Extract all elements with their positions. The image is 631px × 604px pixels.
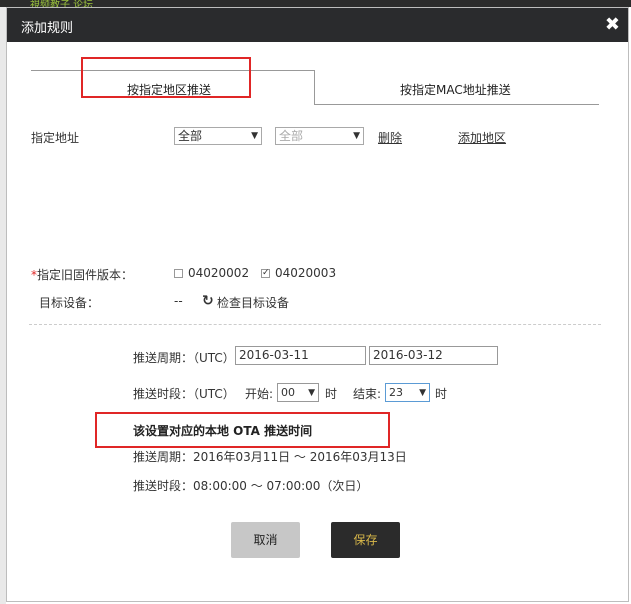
region-label: 指定地址 xyxy=(31,131,80,145)
chevron-down-icon: ▼ xyxy=(251,131,258,141)
target-value: -- xyxy=(174,294,183,308)
firmware-option-2: 04020003 xyxy=(275,266,337,280)
close-icon[interactable]: ✖ xyxy=(605,14,620,35)
chevron-down-icon: ▼ xyxy=(308,388,315,398)
background-top-bar: 視频教子 论坛 xyxy=(0,0,631,11)
firmware-checkbox-1[interactable] xyxy=(174,269,183,278)
end-unit: 时 xyxy=(435,387,448,401)
start-unit: 时 xyxy=(325,387,338,401)
start-hour-select[interactable]: 00 ▼ xyxy=(277,383,319,402)
chevron-down-icon: ▼ xyxy=(353,131,360,141)
push-period-label: 推送周期：（UTC） xyxy=(133,351,235,365)
check-target-button[interactable]: 检查目标设备 xyxy=(217,294,289,311)
local-time-title: 该设置对应的本地 OTA 推送时间 xyxy=(133,424,313,438)
chevron-down-icon: ▼ xyxy=(419,388,426,398)
cancel-button[interactable]: 取消 xyxy=(231,522,300,558)
firmware-option-1: 04020002 xyxy=(188,266,250,280)
section-divider xyxy=(29,324,601,325)
dialog-titlebar: 添加规则 ✖ xyxy=(7,8,628,42)
add-rule-dialog: 添加规则 ✖ 按指定地区推送 按指定MAC地址推送 指定地址 全部 ▼ 全部 ▼ 删… xyxy=(6,7,629,602)
local-period: 推送周期：2016年03月11日 ～ 2016年03月13日 xyxy=(133,450,407,464)
region-select-2[interactable]: 全部 ▼ xyxy=(275,127,364,145)
period-start-input[interactable]: 2016-03-11 xyxy=(235,346,366,365)
period-end-input[interactable]: 2016-03-12 xyxy=(369,346,498,365)
refresh-icon[interactable]: ↻ xyxy=(202,293,214,309)
firmware-checkbox-2[interactable]: ✓ xyxy=(261,269,270,278)
delete-link[interactable]: 删除 xyxy=(378,129,402,146)
local-time: 推送时段：08:00:00 ～ 07:00:00（次日） xyxy=(133,479,369,493)
end-hour-select[interactable]: 23 ▼ xyxy=(385,383,430,402)
target-label: 目标设备： xyxy=(39,296,100,310)
dialog-title: 添加规则 xyxy=(21,21,74,36)
tab-mac[interactable]: 按指定MAC地址推送 xyxy=(400,81,511,98)
save-button[interactable]: 保存 xyxy=(331,522,400,558)
tab-divider xyxy=(314,104,599,105)
end-label: 结束: xyxy=(353,387,382,401)
firmware-label: *指定旧固件版本： xyxy=(31,268,134,282)
region-select-1[interactable]: 全部 ▼ xyxy=(174,127,262,145)
push-time-label: 推送时段：（UTC） xyxy=(133,387,235,401)
add-region-link[interactable]: 添加地区 xyxy=(458,129,506,146)
highlight-box-tab xyxy=(81,57,251,98)
start-label: 开始: xyxy=(245,387,274,401)
